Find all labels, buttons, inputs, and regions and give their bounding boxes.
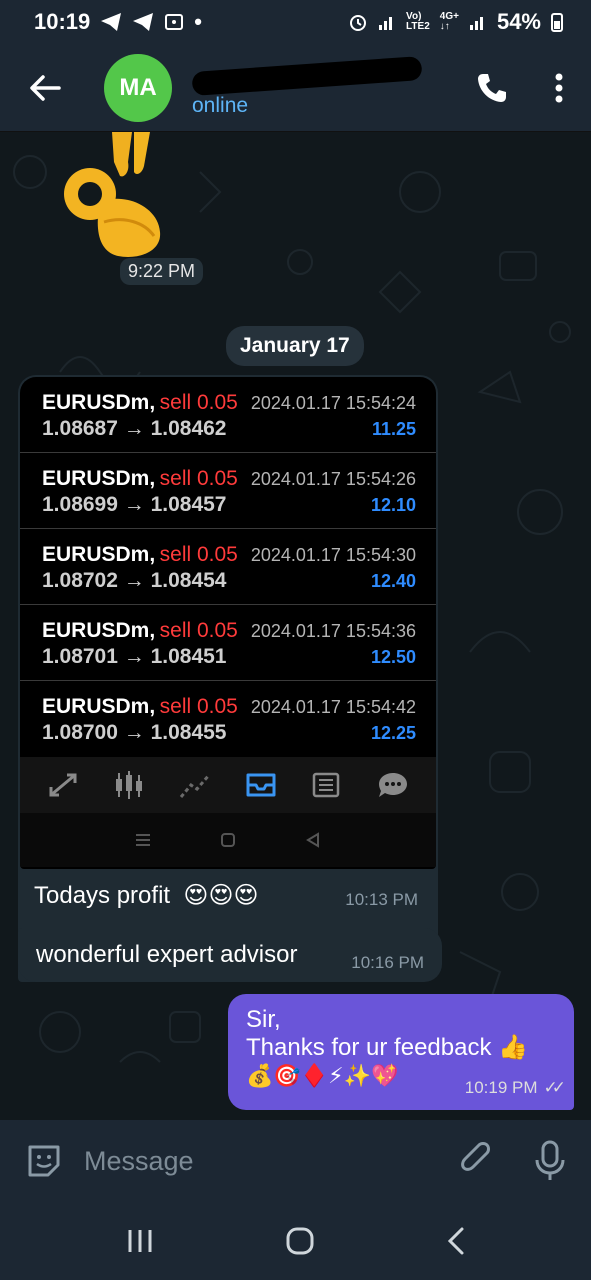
trade-row: EURUSDm, sell 0.05 2024.01.17 15:54:26 1.… [20,453,436,529]
home-square-icon [220,833,235,847]
call-button[interactable] [457,44,527,132]
status-right: Vo) LTE2 4G+ ↓↑ 54% [348,9,563,35]
system-navbar [0,1202,591,1280]
telegram-notif-icon-2 [133,13,154,31]
trade-symbol: EURUSDm, [42,391,156,414]
trade-datetime: 2024.01.17 15:54:24 [250,393,416,413]
trade-side: sell 0.05 [159,467,238,490]
mic-icon[interactable] [533,1140,567,1182]
chart-candles-icon [116,771,142,799]
trade-row: EURUSDm, sell 0.05 2024.01.17 15:54:36 1.… [20,605,436,681]
trade-datetime: 2024.01.17 15:54:26 [250,469,416,489]
trade-datetime: 2024.01.17 15:54:42 [250,697,416,717]
trade-symbol: EURUSDm, [42,543,156,566]
incoming-message-bubble[interactable]: wonderful expert advisor 10:16 PM [18,928,442,982]
trade-side: sell 0.05 [159,619,238,642]
more-button[interactable] [527,44,591,132]
trade-profit: 12.50 [370,647,416,667]
status-left: 10:19 • [34,9,202,35]
signal-icon-2 [469,17,483,30]
trade-datetime: 2024.01.17 15:54:36 [250,621,416,641]
photo-timestamp: 10:13 PM [345,890,418,909]
trade-prices: 1.08701 → 1.08451 [42,645,227,668]
out-line-2: Thanks for ur feedback 👍 [246,1034,529,1061]
trade-datetime: 2024.01.17 15:54:30 [250,545,416,565]
menu-lines-icon [135,834,150,846]
trade-profit: 11.25 [371,419,416,439]
photo-message-bubble[interactable]: EURUSDm, sell 0.05 2024.01.17 15:54:24 1.… [18,375,438,982]
ok-hand-sticker [64,132,161,257]
alarm-icon [350,15,367,31]
trade-prices: 1.08702 → 1.08454 [42,569,227,592]
history-inbox-icon [246,773,276,797]
status-time: 10:19 [34,9,91,34]
battery-percent: 54% [496,9,541,34]
contact-status: online [192,93,249,117]
status-bar: 10:19 • Vo) LTE2 4G+ ↓↑ 54% [0,0,591,44]
caption-emoji: 😍😍😍 [183,882,259,909]
trade-prices: 1.08687 → 1.08462 [42,417,227,440]
news-icon [312,772,340,798]
out-line-1: Sir, [246,1006,281,1033]
recent-apps-icon[interactable] [126,1228,154,1254]
out-meta: 10:19 PM ✓✓ [464,1074,566,1102]
chat-header: MA online [0,44,591,132]
embedded-navbar [20,813,436,867]
trade-side: sell 0.05 [159,391,238,414]
trade-symbol: EURUSDm, [42,467,156,490]
4g-label: 4G+ ↓↑ [439,11,459,32]
attach-icon[interactable] [457,1141,497,1181]
trade-chart-icon [179,774,211,798]
contact-info[interactable]: online [191,55,457,118]
back-triangle-icon [306,832,320,848]
date-chip: January 17 [226,326,364,366]
volte-label: Vo) LTE2 [406,11,430,32]
chat-bubble-icon [379,773,407,797]
trade-profit: 12.10 [370,495,416,515]
out-timestamp: 10:19 PM [464,1078,538,1097]
contact-name-redacted [191,55,432,96]
sticker-icon[interactable] [24,1141,64,1181]
photo-caption-row: Todays profit 😍😍😍 10:13 PM [20,869,436,910]
back-button[interactable] [0,44,90,132]
quotes-icon [49,773,77,797]
message-input[interactable]: Message [84,1146,457,1177]
trade-side: sell 0.05 [159,543,238,566]
trade-history-screenshot[interactable]: EURUSDm, sell 0.05 2024.01.17 15:54:24 1.… [20,377,436,869]
read-ticks-icon: ✓✓ [543,1078,566,1097]
mt-toolbar [20,757,436,813]
more-vert-icon [555,73,563,102]
back-nav-icon[interactable] [446,1226,466,1256]
back-arrow-icon [30,74,61,101]
outgoing-message-bubble[interactable]: Sir, Thanks for ur feedback 👍 💰🎯♦️⚡✨💖 10… [228,994,574,1110]
trade-profit: 12.25 [370,723,416,743]
message-timestamp: 10:16 PM [351,953,424,972]
battery-icon [551,13,563,32]
trade-symbol: EURUSDm, [42,695,156,718]
trade-prices: 1.08699 → 1.08457 [42,493,227,516]
dot-icon: • [194,9,202,34]
chat-area[interactable]: 9:22 PM January 17 EURUSDm, sell 0.05 202… [0,132,591,1120]
phone-icon [478,73,506,102]
signal-icon [379,17,393,30]
trade-row: EURUSDm, sell 0.05 2024.01.17 15:54:24 1.… [20,377,436,453]
telegram-notif-icon [101,13,122,31]
sticker-timestamp: 9:22 PM [120,258,204,285]
trade-row: EURUSDm, sell 0.05 2024.01.17 15:54:30 1.… [20,529,436,605]
home-icon[interactable] [285,1226,315,1256]
trade-symbol: EURUSDm, [42,619,156,642]
message-input-bar: Message [0,1120,591,1202]
trade-row: EURUSDm, sell 0.05 2024.01.17 15:54:42 1.… [20,681,436,757]
redaction-scribble [191,55,423,96]
trade-profit: 12.40 [370,571,416,591]
trade-prices: 1.08700 → 1.08455 [42,721,227,744]
screenshot-notif-icon [165,14,184,30]
message-text: wonderful expert advisor [36,941,298,968]
avatar[interactable]: MA [104,53,172,122]
photo-caption: Todays profit [34,882,171,909]
trade-side: sell 0.05 [159,695,238,718]
